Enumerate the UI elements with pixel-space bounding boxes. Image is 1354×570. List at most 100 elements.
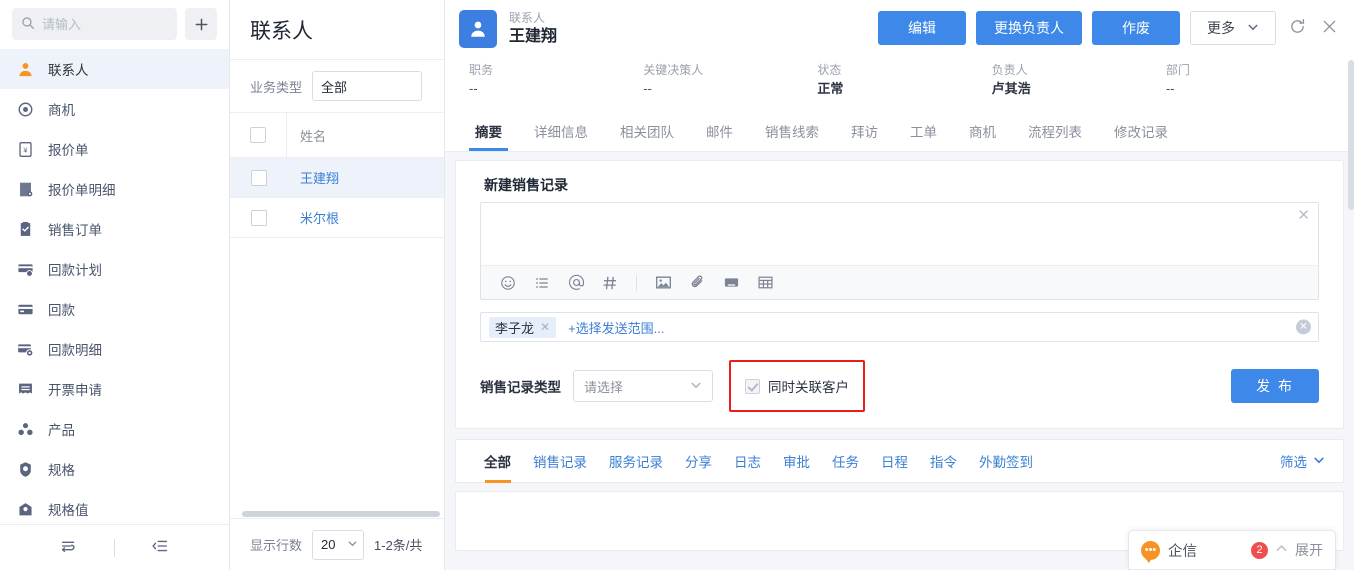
rows-per-page-label: 显示行数 [250,538,303,553]
chevron-down-icon [1313,454,1325,469]
search-input[interactable] [42,16,168,32]
publish-button[interactable]: 发 布 [1231,369,1319,403]
row-checkbox[interactable] [250,209,267,226]
tab-details[interactable]: 详细信息 [518,111,604,151]
select-all-checkbox[interactable] [250,127,266,143]
card-icon[interactable] [714,266,748,300]
qixin-widget[interactable]: ••• 企信 2 展开 [1128,530,1336,570]
sidebar-item-spec[interactable]: 规格 [0,449,229,489]
horizontal-scrollbar[interactable] [242,511,440,517]
feed-tab-approval[interactable]: 审批 [772,440,821,483]
sidebar-item-quote-detail[interactable]: 报价单明细 [0,169,229,209]
meta-field-decision-maker: 关键决策人 -- [643,62,817,98]
more-button[interactable]: 更多 [1190,11,1276,45]
feed-tab-instruction[interactable]: 指令 [919,440,968,483]
add-button[interactable] [185,8,217,40]
feed-tab-schedule[interactable]: 日程 [870,440,919,483]
sidebar-item-label: 产品 [48,423,75,438]
table-icon[interactable] [748,266,782,300]
feed-tab-share[interactable]: 分享 [674,440,723,483]
filter-button[interactable]: 筛选 [1280,451,1325,471]
sales-record-type-select[interactable]: 请选择 [573,370,713,402]
sidebar-item-payment-detail[interactable]: 回款明细 [0,329,229,369]
meta-field-owner: 负责人 卢其浩 [992,62,1166,98]
sidebar-item-payment-plan[interactable]: 回款计划 [0,249,229,289]
detail-body: 新建销售记录 ✕ 李子龙 ✕ +选择发送范围... ✕ 销售记录类型 请选择 同… [445,152,1354,570]
recipient-row[interactable]: 李子龙 ✕ +选择发送范围... ✕ [480,312,1319,342]
chevron-down-icon [347,537,358,552]
attachment-icon[interactable] [680,266,714,300]
expand-button[interactable]: 展开 [1295,540,1323,560]
record-kind-label: 联系人 [509,11,546,25]
recipient-chip[interactable]: 李子龙 ✕ [489,316,557,338]
sidebar-item-opportunity[interactable]: 商机 [0,89,229,129]
sales-record-type-label: 销售记录类型 [480,380,561,395]
add-scope-link[interactable]: +选择发送范围... [568,318,664,337]
chat-icon: ••• [1141,540,1160,563]
list-icon[interactable] [525,266,559,300]
compose-editor[interactable]: ✕ [480,202,1319,300]
meta-key: 职务 [469,63,494,77]
link-customer-checkbox[interactable] [745,378,760,394]
sidebar-item-spec-value[interactable]: 规格值 [0,489,229,524]
detail-vertical-scrollbar[interactable] [1348,60,1354,210]
meta-value: -- [643,81,652,96]
search-box[interactable] [12,8,177,40]
page-size-select[interactable]: 20 [312,529,365,560]
detail-panel: 联系人 王建翔 编辑 更换负责人 作废 更多 职务 -- 关键决策人 -- 状态… [445,0,1354,570]
business-type-select[interactable]: 全部 [312,71,423,101]
table-row[interactable]: 米尔根 [230,198,444,238]
sidebar-item-quote[interactable]: ¥ 报价单 [0,129,229,169]
sidebar-item-contacts[interactable]: 联系人 [0,49,229,89]
search-icon [21,16,35,33]
change-owner-button[interactable]: 更换负责人 [976,11,1082,45]
row-checkbox[interactable] [250,169,267,186]
tab-sales-leads[interactable]: 销售线索 [749,111,835,151]
tab-opportunity[interactable]: 商机 [953,111,1012,151]
sidebar-item-invoice-request[interactable]: 开票申请 [0,369,229,409]
tab-related-team[interactable]: 相关团队 [604,111,690,151]
feed-tab-field-checkin[interactable]: 外勤签到 [968,440,1044,483]
void-button[interactable]: 作废 [1092,11,1180,45]
image-icon[interactable] [646,266,680,300]
status-badge: 正常 [817,81,844,96]
tab-process-list[interactable]: 流程列表 [1012,111,1098,151]
feed-tab-sales-record[interactable]: 销售记录 [522,440,598,483]
tab-work-order[interactable]: 工单 [894,111,953,151]
product-icon [16,420,34,438]
close-button[interactable] [1318,17,1340,39]
chevron-down-icon [690,379,702,394]
close-icon [1321,18,1338,38]
hashtag-icon[interactable] [593,266,627,300]
emoji-icon[interactable] [491,266,525,300]
table-row[interactable]: 王建翔 [230,158,444,198]
mention-icon[interactable] [559,266,593,300]
compose-textarea[interactable] [481,203,1318,265]
tab-change-log[interactable]: 修改记录 [1098,111,1184,151]
publish-wrap: 发 布 [1231,369,1319,403]
tab-email[interactable]: 邮件 [690,111,749,151]
chevron-up-icon[interactable] [1275,542,1288,558]
feed-tab-log[interactable]: 日志 [723,440,772,483]
feed-tab-service-record[interactable]: 服务记录 [598,440,674,483]
compose-close-icon[interactable]: ✕ [1297,208,1310,223]
contact-name-link[interactable]: 王建翔 [287,168,339,187]
sidebar-item-sales-order[interactable]: 销售订单 [0,209,229,249]
remove-recipient-icon[interactable]: ✕ [540,320,550,334]
edit-button[interactable]: 编辑 [878,11,966,45]
sidebar-item-payment[interactable]: 回款 [0,289,229,329]
switch-layout-button[interactable] [24,536,114,559]
meta-key: 关键决策人 [643,63,704,77]
tab-visit[interactable]: 拜访 [835,111,894,151]
clear-recipients-icon[interactable]: ✕ [1296,319,1311,335]
feed-tab-all[interactable]: 全部 [474,440,522,483]
opportunity-icon [16,100,34,118]
collapse-sidebar-button[interactable] [115,536,205,559]
list-panel-title: 联系人 [230,0,444,60]
refresh-button[interactable] [1286,17,1308,39]
tab-summary[interactable]: 摘要 [459,111,518,151]
contact-name-link[interactable]: 米尔根 [287,208,339,227]
sidebar-item-product[interactable]: 产品 [0,409,229,449]
feed-tab-task[interactable]: 任务 [821,440,870,483]
